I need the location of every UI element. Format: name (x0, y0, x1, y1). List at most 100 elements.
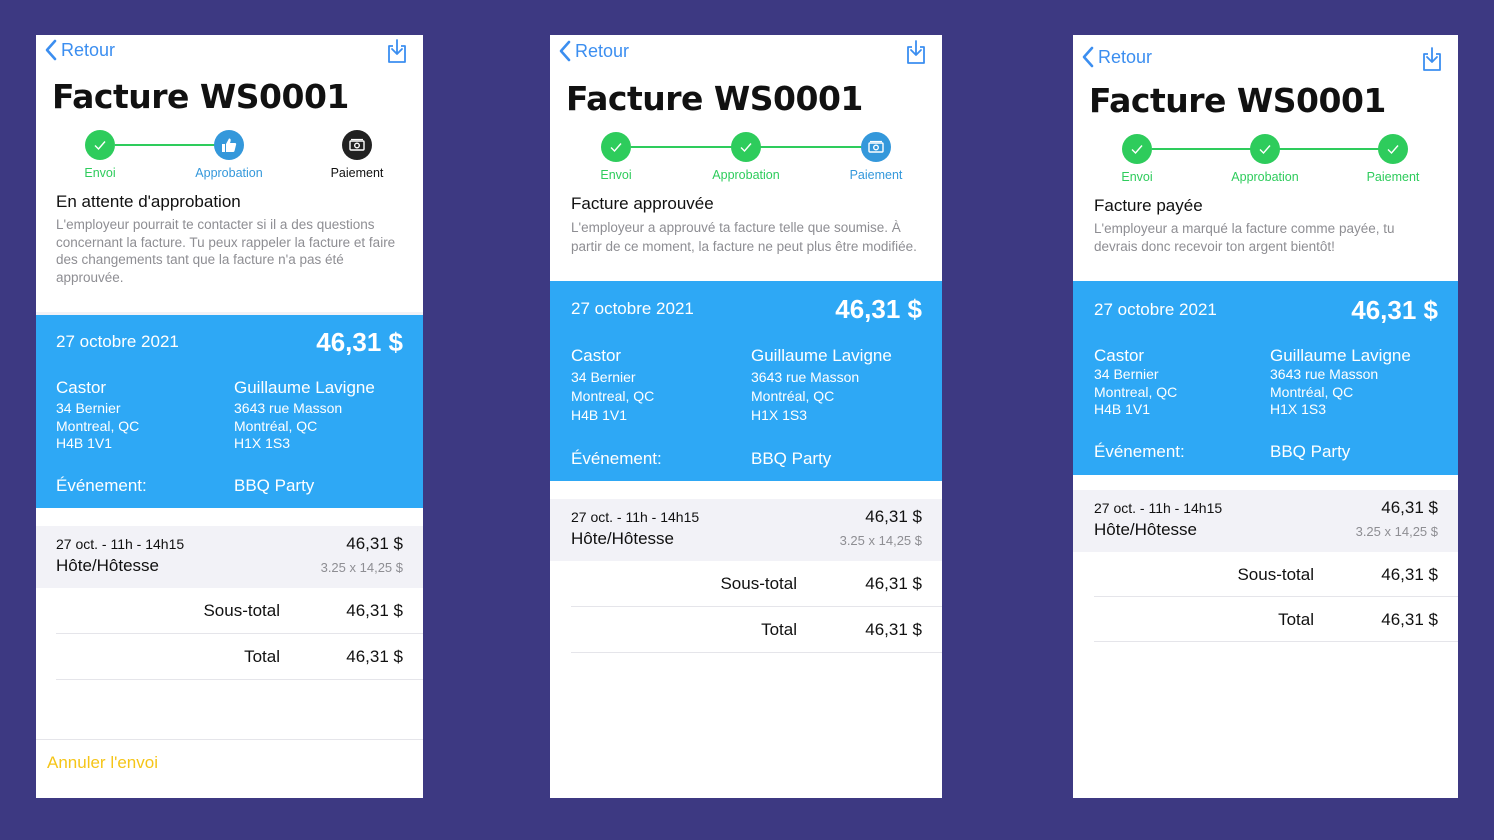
recipient-postal: H1X 1S3 (234, 435, 291, 451)
invoice-line-item[interactable]: 27 oct. - 11h - 14h15 Hôte/Hôtesse 46,31… (1073, 490, 1458, 552)
status-title: Facture approuvée (571, 194, 714, 213)
back-label: Retour (575, 40, 630, 61)
total-value: 46,31 $ (865, 620, 922, 639)
invoice-amount: 46,31 $ (835, 294, 922, 324)
nav-bar: Retour (36, 35, 423, 81)
sender-name: Castor (56, 378, 107, 397)
recipient-block: Guillaume Lavigne 3643 rue Masson Montré… (751, 346, 921, 425)
step-envoi: Envoi (1087, 134, 1187, 184)
chevron-left-icon (559, 40, 571, 62)
invoice-summary: 27 octobre 2021 46,31 $ Castor 34 Bernie… (550, 281, 942, 481)
sender-postal: H4B 1V1 (1094, 401, 1151, 417)
status-title: En attente d'approbation (56, 192, 241, 211)
step-paiement: Paiement (826, 132, 926, 182)
invoice-amount: 46,31 $ (1351, 295, 1438, 325)
check-icon (1378, 134, 1408, 164)
money-icon (342, 130, 372, 160)
step-label: Envoi (600, 168, 632, 182)
line-item-date: 27 oct. - 11h - 14h15 (56, 536, 185, 552)
sender-name: Castor (571, 346, 622, 365)
progress-stepper: Envoi Approbation Paiement (550, 132, 942, 194)
bottom-action-bar: Annuler l'envoi (36, 739, 423, 798)
sender-name: Castor (1094, 346, 1145, 365)
download-icon[interactable] (904, 39, 928, 65)
recipient-street: 3643 rue Masson (1270, 366, 1379, 382)
invoice-screen-paid: Retour Facture WS0001 Envoi Approbation … (1073, 35, 1458, 798)
step-paiement: Paiement (307, 130, 407, 180)
page-title: Facture WS0001 (52, 77, 349, 116)
nav-bar: Retour (1073, 35, 1458, 85)
nav-bar: Retour (550, 35, 942, 81)
back-label: Retour (61, 39, 116, 60)
status-description: L'employeur pourrait te contacter si il … (56, 217, 396, 285)
invoice-amount: 46,31 $ (316, 327, 403, 357)
sender-block: Castor 34 Bernier Montreal, QC H4B 1V1 (571, 346, 741, 425)
status-description: L'employeur a marqué la facture comme pa… (1094, 221, 1395, 254)
recipient-postal: H1X 1S3 (1270, 401, 1327, 417)
recipient-name: Guillaume Lavigne (234, 378, 375, 397)
cancel-send-button[interactable]: Annuler l'envoi (47, 753, 158, 773)
step-label: Envoi (1121, 170, 1153, 184)
event-value: BBQ Party (234, 476, 315, 495)
line-item-role: Hôte/Hôtesse (56, 556, 159, 575)
line-item-amount: 46,31 $ (346, 534, 403, 553)
step-approbation: Approbation (179, 130, 279, 180)
subtotal-label: Sous-total (203, 601, 280, 620)
sender-block: Castor 34 Bernier Montreal, QC H4B 1V1 (56, 378, 226, 453)
recipient-street: 3643 rue Masson (234, 400, 343, 416)
line-item-calc: 3.25 x 14,25 $ (1355, 524, 1438, 539)
recipient-name: Guillaume Lavigne (1270, 346, 1411, 365)
sender-postal: H4B 1V1 (571, 407, 628, 423)
total-value: 46,31 $ (346, 647, 403, 666)
event-label: Événement: (1094, 442, 1185, 461)
invoice-summary: 27 octobre 2021 46,31 $ Castor 34 Bernie… (1073, 281, 1458, 475)
money-icon (861, 132, 891, 162)
step-approbation: Approbation (1215, 134, 1315, 184)
total-row: Total 46,31 $ (571, 607, 942, 653)
invoice-screen-approved: Retour Facture WS0001 Envoi Approbation … (550, 35, 942, 798)
check-icon (1250, 134, 1280, 164)
invoice-date: 27 octobre 2021 (571, 299, 694, 318)
step-label: Approbation (1231, 170, 1299, 184)
total-label: Total (244, 647, 280, 666)
recipient-postal: H1X 1S3 (751, 407, 808, 423)
sender-street: 34 Bernier (56, 400, 121, 416)
total-value: 46,31 $ (1381, 610, 1438, 629)
chevron-left-icon (45, 39, 57, 61)
total-label: Total (1278, 610, 1314, 629)
step-label: Paiement (1366, 170, 1420, 184)
event-value: BBQ Party (751, 449, 832, 468)
page-title: Facture WS0001 (1089, 81, 1386, 120)
event-label: Événement: (56, 476, 147, 495)
subtotal-row: Sous-total 46,31 $ (571, 561, 942, 607)
progress-stepper: Envoi Approbation Paiement (1073, 134, 1458, 196)
invoice-screen-pending: Retour Facture WS0001 Envoi Approbation … (36, 35, 423, 798)
page-title: Facture WS0001 (566, 79, 863, 118)
subtotal-row: Sous-total 46,31 $ (1094, 552, 1458, 597)
step-label: Paiement (849, 168, 903, 182)
step-label: Paiement (330, 166, 384, 180)
invoice-line-item[interactable]: 27 oct. - 11h - 14h15 Hôte/Hôtesse 46,31… (550, 499, 942, 561)
event-value: BBQ Party (1270, 442, 1351, 461)
invoice-date: 27 octobre 2021 (56, 332, 179, 351)
line-item-date: 27 oct. - 11h - 14h15 (571, 509, 700, 525)
download-icon[interactable] (1420, 46, 1444, 72)
status-description: L'employeur a approuvé ta facture telle … (571, 220, 917, 254)
sender-block: Castor 34 Bernier Montreal, QC H4B 1V1 (1094, 346, 1264, 419)
sender-street: 34 Bernier (1094, 366, 1159, 382)
invoice-line-item[interactable]: 27 oct. - 11h - 14h15 Hôte/Hôtesse 46,31… (36, 526, 423, 588)
step-label: Envoi (84, 166, 116, 180)
recipient-city: Montréal, QC (1270, 383, 1354, 400)
recipient-block: Guillaume Lavigne 3643 rue Masson Montré… (234, 378, 404, 453)
total-row: Total 46,31 $ (56, 634, 423, 680)
subtotal-row: Sous-total 46,31 $ (56, 588, 423, 634)
subtotal-label: Sous-total (1237, 565, 1314, 584)
check-icon (85, 130, 115, 160)
back-button[interactable]: Retour (1081, 46, 1152, 68)
download-icon[interactable] (385, 38, 409, 64)
back-button[interactable]: Retour (558, 40, 629, 62)
recipient-street: 3643 rue Masson (751, 369, 860, 385)
back-button[interactable]: Retour (44, 39, 115, 61)
total-row: Total 46,31 $ (1094, 597, 1458, 642)
check-icon (731, 132, 761, 162)
